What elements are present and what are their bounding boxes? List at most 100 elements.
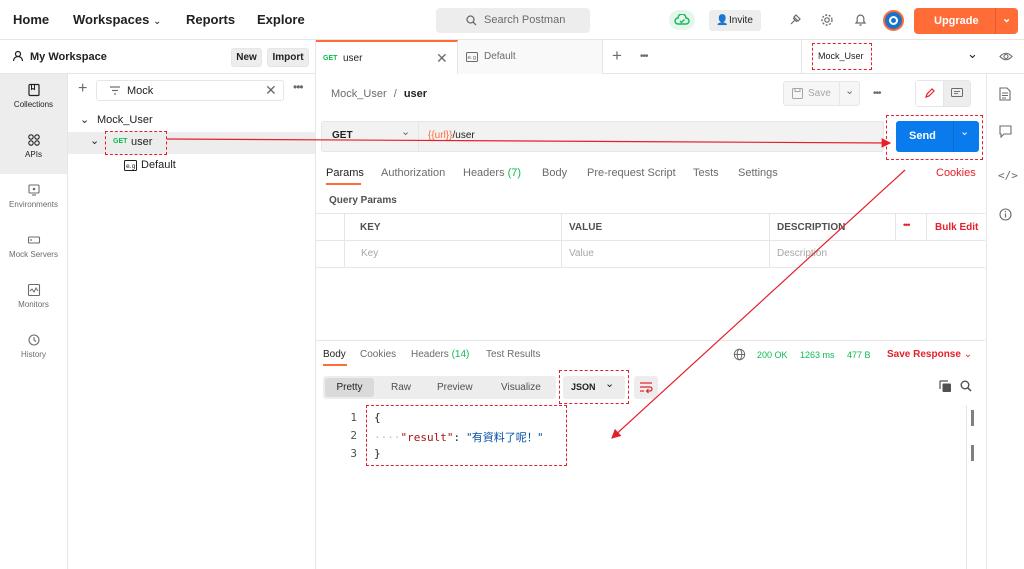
- bulk-edit-link[interactable]: Bulk Edit: [935, 222, 978, 233]
- response-time[interactable]: 1263 ms: [800, 350, 835, 360]
- nav-reports[interactable]: Reports: [186, 12, 235, 27]
- edit-mode-button[interactable]: [916, 81, 944, 106]
- close-icon[interactable]: ✕: [436, 50, 448, 67]
- request-item[interactable]: ⌄ GET user: [68, 131, 315, 155]
- example-item[interactable]: e.g Default: [68, 156, 315, 176]
- description-input[interactable]: Description: [777, 248, 827, 259]
- rail-collections-label: Collections: [13, 100, 54, 109]
- search-input[interactable]: Search Postman: [436, 8, 590, 33]
- response-tab-cookies[interactable]: Cookies: [360, 349, 396, 360]
- globe-icon[interactable]: [733, 348, 746, 361]
- query-params-title: Query Params: [329, 195, 397, 206]
- tab-settings[interactable]: Settings: [738, 167, 778, 179]
- tab-user[interactable]: GET user ✕: [316, 40, 458, 74]
- view-pretty[interactable]: Pretty: [325, 378, 374, 397]
- import-button[interactable]: Import: [267, 48, 309, 67]
- new-button[interactable]: New: [231, 48, 262, 67]
- add-icon[interactable]: +: [78, 80, 87, 98]
- add-tab-icon[interactable]: +: [612, 46, 622, 66]
- editor-scrollbar-track[interactable]: [966, 405, 967, 569]
- nav-home[interactable]: Home: [13, 12, 49, 27]
- response-tab-test-results[interactable]: Test Results: [486, 349, 540, 360]
- rail-mock-servers[interactable]: Mock Servers: [0, 224, 67, 274]
- filter-input[interactable]: Mock ✕: [96, 80, 284, 101]
- nav-explore[interactable]: Explore: [257, 12, 305, 27]
- environment-selector[interactable]: Mock_User ⌄: [802, 40, 985, 74]
- rail-apis-label: APIs: [25, 150, 42, 159]
- tab-headers[interactable]: Headers (7): [463, 167, 521, 179]
- avatar[interactable]: [883, 10, 904, 31]
- code-icon[interactable]: </>: [998, 169, 1018, 182]
- wrap-lines-button[interactable]: [634, 376, 658, 399]
- json-key: "result": [400, 431, 454, 444]
- active-tab-indicator: [323, 364, 347, 366]
- right-rail: </>: [986, 74, 1024, 569]
- save-response-button[interactable]: Save Response ⌄: [887, 349, 972, 360]
- chevron-down-icon[interactable]: ⌄: [80, 113, 89, 126]
- url-input[interactable]: {{url}}/user: [428, 130, 475, 141]
- search-icon[interactable]: [960, 380, 972, 392]
- rail-collections[interactable]: Collections: [0, 74, 67, 124]
- more-tabs-icon[interactable]: •••: [640, 51, 648, 62]
- more-options-icon[interactable]: •••: [903, 220, 911, 230]
- tab-body[interactable]: Body: [542, 167, 567, 179]
- response-code-editor[interactable]: 1 2 3 { ····"result": "有資料了呢！" }: [339, 405, 979, 569]
- info-icon[interactable]: [999, 208, 1012, 221]
- scrollbar-thumb[interactable]: [971, 410, 974, 426]
- nav-workspaces[interactable]: Workspaces ⌄: [73, 12, 161, 27]
- rail-environments[interactable]: Environments: [0, 174, 67, 224]
- response-headers-count: (14): [451, 349, 470, 360]
- indent-dots: ····: [374, 431, 401, 444]
- key-input[interactable]: Key: [361, 248, 378, 259]
- method-select[interactable]: GET ⌄: [322, 122, 419, 151]
- bell-icon[interactable]: [851, 11, 869, 29]
- invite-label: Invite: [729, 15, 753, 26]
- sync-cloud-icon[interactable]: [669, 10, 695, 30]
- pencil-icon: [924, 87, 936, 99]
- column-header-value: VALUE: [569, 222, 603, 233]
- comment-mode-button[interactable]: [944, 81, 970, 106]
- view-raw[interactable]: Raw: [391, 382, 411, 393]
- view-preview[interactable]: Preview: [437, 382, 473, 393]
- upgrade-label: Upgrade: [934, 15, 979, 27]
- tab-pre-request-script[interactable]: Pre-request Script: [587, 167, 676, 179]
- collection-item[interactable]: ⌄ Mock_User: [68, 111, 315, 131]
- more-options-icon[interactable]: •••: [873, 88, 881, 99]
- format-select[interactable]: JSON ⌄: [563, 376, 625, 399]
- rail-monitors[interactable]: Monitors: [0, 274, 67, 324]
- value-input[interactable]: Value: [569, 248, 594, 259]
- upgrade-button[interactable]: Upgrade ⌄: [914, 8, 1018, 34]
- tab-tests[interactable]: Tests: [693, 167, 719, 179]
- tab-default[interactable]: e.g Default: [458, 40, 603, 74]
- tab-params[interactable]: Params: [326, 167, 364, 179]
- chevron-down-icon[interactable]: ⌄: [90, 134, 99, 147]
- response-size[interactable]: 477 B: [847, 350, 871, 360]
- save-button[interactable]: Save ⌄: [783, 81, 860, 106]
- cookies-link[interactable]: Cookies: [936, 167, 976, 179]
- gear-icon[interactable]: [818, 11, 836, 29]
- send-button[interactable]: Send ⌄: [896, 121, 979, 152]
- copy-icon[interactable]: [939, 380, 952, 393]
- chevron-down-icon[interactable]: ⌄: [845, 84, 854, 97]
- comments-icon[interactable]: [999, 125, 1012, 138]
- satellite-icon[interactable]: [786, 11, 804, 29]
- collection-name: Mock_User: [97, 114, 153, 126]
- chevron-down-icon[interactable]: ⌄: [960, 125, 969, 138]
- response-tab-body[interactable]: Body: [323, 349, 346, 360]
- rail-apis[interactable]: APIs: [0, 124, 67, 174]
- clear-icon[interactable]: ✕: [265, 82, 277, 99]
- view-visualize[interactable]: Visualize: [501, 382, 541, 393]
- more-options-icon[interactable]: •••: [293, 80, 304, 94]
- tab-authorization[interactable]: Authorization: [381, 167, 445, 179]
- eye-icon[interactable]: [999, 51, 1013, 62]
- response-tab-headers[interactable]: Headers (14): [411, 349, 469, 360]
- invite-button[interactable]: 👤 Invite: [709, 10, 761, 31]
- rail-history[interactable]: History: [0, 324, 67, 374]
- workspace-name: My Workspace: [30, 51, 107, 63]
- breadcrumb-parent[interactable]: Mock_User: [331, 88, 387, 100]
- status-code[interactable]: 200 OK: [757, 350, 788, 360]
- chevron-down-icon[interactable]: ⌄: [1002, 6, 1011, 32]
- documentation-icon[interactable]: [999, 87, 1011, 101]
- scrollbar-thumb[interactable]: [971, 445, 974, 461]
- format-value: JSON: [571, 382, 596, 392]
